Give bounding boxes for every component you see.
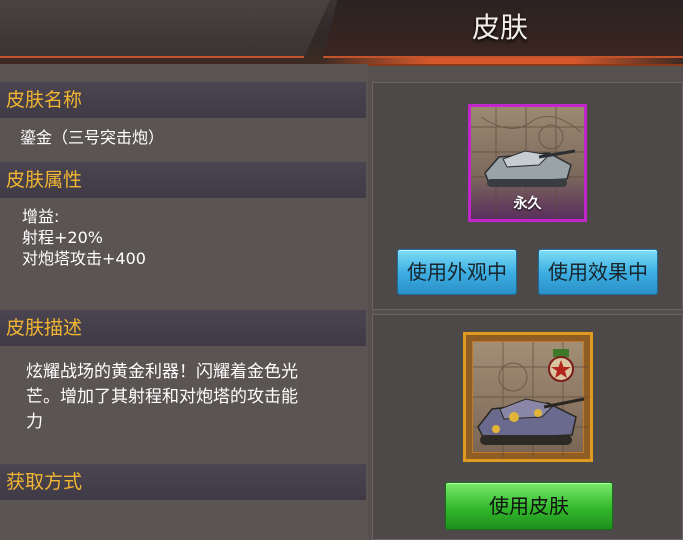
desc-line: 芒。增加了其射程和对炮塔的攻击能	[26, 387, 298, 407]
use-skin-button[interactable]: 使用皮肤	[445, 482, 613, 530]
use-effect-button[interactable]: 使用效果中	[538, 249, 658, 295]
skin-card[interactable]: 永久	[468, 104, 587, 222]
banner-glow	[320, 58, 683, 64]
obtain-method-heading: 获取方式	[0, 464, 366, 500]
skin-preview-panel: 永久 使用外观中 使用效果中 使用皮肤	[372, 82, 683, 540]
page-title: 皮肤	[471, 11, 528, 44]
use-appearance-button[interactable]: 使用外观中	[397, 249, 517, 295]
banner-left-wing	[0, 0, 330, 58]
skin-name-value: 鎏金（三号突击炮）	[20, 128, 165, 147]
attr-line: 对炮塔攻击+400	[22, 249, 146, 268]
skin-desc-heading: 皮肤描述	[0, 310, 366, 346]
tank-icon	[477, 397, 585, 445]
attr-line: 射程+20%	[22, 228, 103, 247]
attr-line: 增益:	[22, 207, 60, 226]
desc-line: 炫耀战场的黄金利器！闪耀着金色光	[26, 362, 298, 382]
desc-line: 力	[26, 412, 43, 432]
tank-icon	[484, 149, 576, 187]
skin-info-panel: 皮肤名称 鎏金（三号突击炮） 皮肤属性 增益: 射程+20% 对炮塔攻击+400…	[0, 64, 368, 540]
skin-duration-label: 永久	[513, 196, 542, 212]
skin-name-heading: 皮肤名称	[0, 82, 366, 118]
skin-preview-bottom: 使用皮肤	[372, 314, 683, 540]
skin-attr-heading: 皮肤属性	[0, 162, 366, 198]
tank-card[interactable]	[463, 332, 593, 462]
top-banner: 皮肤	[0, 0, 683, 66]
skin-preview-top: 永久 使用外观中 使用效果中	[372, 82, 683, 310]
rank-medal-icon	[548, 349, 574, 382]
